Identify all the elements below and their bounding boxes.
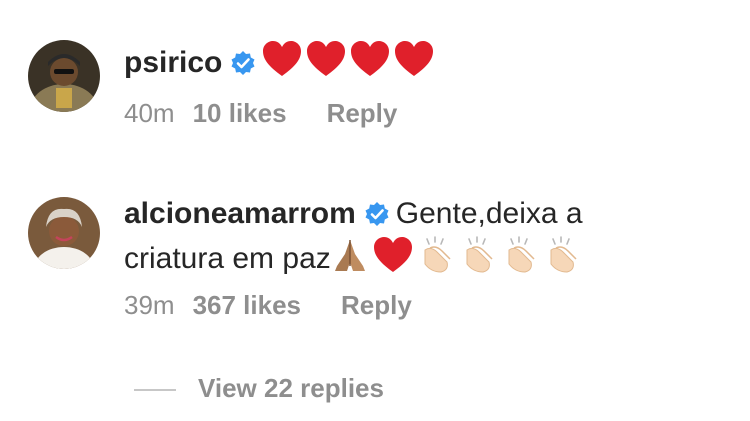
avatar-image (28, 40, 100, 112)
avatar[interactable] (28, 197, 100, 269)
clapping-hands-icon (501, 236, 539, 274)
timestamp: 40m (124, 98, 175, 128)
username[interactable]: psirico (124, 46, 222, 79)
timestamp: 39m (124, 290, 175, 320)
clapping-hands-icon (459, 236, 497, 274)
red-heart-icon (262, 40, 302, 78)
comment-meta: 40m 10 likes Reply (124, 98, 415, 129)
clapping-hands-icon (543, 236, 581, 274)
red-heart-icon (373, 236, 413, 274)
verified-badge-icon (364, 201, 390, 227)
username[interactable]: alcioneamarrom (124, 197, 356, 230)
view-replies-button[interactable]: View 22 replies (198, 373, 384, 404)
avatar-image (28, 197, 100, 269)
likes-count[interactable]: 367 likes (193, 290, 301, 320)
red-heart-icon (394, 40, 434, 78)
folded-hands-icon (331, 236, 369, 274)
comment-text: criatura em paz (124, 242, 331, 275)
reply-button[interactable]: Reply (327, 98, 398, 128)
avatar[interactable] (28, 40, 100, 112)
red-heart-icon (350, 40, 390, 78)
red-heart-icon (306, 40, 346, 78)
verified-badge-icon (230, 50, 256, 76)
reply-button[interactable]: Reply (341, 290, 412, 320)
comment-meta: 39m 367 likes Reply (124, 290, 430, 321)
comment-line-2: criatura em paz (124, 236, 585, 277)
comment-line: psirico (124, 40, 438, 81)
replies-divider (134, 389, 176, 391)
clapping-hands-icon (417, 236, 455, 274)
likes-count[interactable]: 10 likes (193, 98, 287, 128)
comment-text: Gente,deixa a (395, 197, 583, 230)
comment-line-1: alcioneamarrom Gente,deixa a (124, 196, 583, 232)
